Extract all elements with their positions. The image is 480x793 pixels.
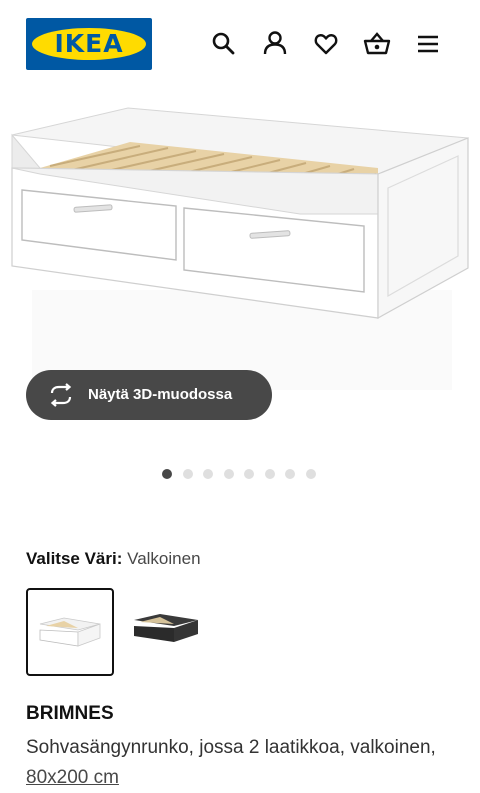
carousel-dot-8[interactable] — [305, 469, 316, 479]
menu-icon[interactable] — [410, 26, 446, 62]
carousel-dot-4[interactable] — [223, 469, 234, 479]
heart-icon[interactable] — [308, 26, 344, 62]
selected-color-value: Valkoinen — [127, 549, 201, 568]
product-description: Sohvasängynrunko, jossa 2 laatikkoa, val… — [26, 733, 456, 793]
color-label: Valitse Väri: — [26, 549, 123, 568]
product-image[interactable] — [0, 90, 480, 400]
view-3d-label: Näytä 3D-muodossa — [88, 386, 233, 403]
basket-icon[interactable] — [359, 26, 395, 62]
size-link[interactable]: 80x200 cm — [26, 767, 119, 788]
logo-text: IKEA — [54, 29, 124, 58]
header: IKEA — [0, 0, 480, 90]
carousel-dot-7[interactable] — [285, 469, 295, 479]
ikea-logo[interactable]: IKEA — [26, 18, 152, 70]
color-selector-label: Valitse Väri: Valkoinen — [26, 548, 201, 570]
search-icon[interactable] — [206, 26, 242, 62]
carousel-dot-5[interactable] — [244, 469, 254, 479]
carousel-dot-3[interactable] — [203, 469, 213, 479]
product-name: BRIMNES — [26, 703, 114, 724]
carousel-dot-1[interactable] — [162, 469, 172, 479]
carousel-dot-6[interactable] — [264, 469, 275, 479]
view-3d-button[interactable]: Näytä 3D-muodossa — [26, 370, 272, 420]
product-description-text: Sohvasängynrunko, jossa 2 laatikkoa, val… — [26, 737, 436, 758]
account-icon[interactable] — [257, 26, 293, 62]
carousel-dot-2[interactable] — [182, 469, 193, 479]
color-swatch-white[interactable] — [26, 588, 114, 676]
color-swatch-black-brown[interactable] — [126, 588, 214, 676]
rotate-3d-icon — [48, 383, 74, 407]
